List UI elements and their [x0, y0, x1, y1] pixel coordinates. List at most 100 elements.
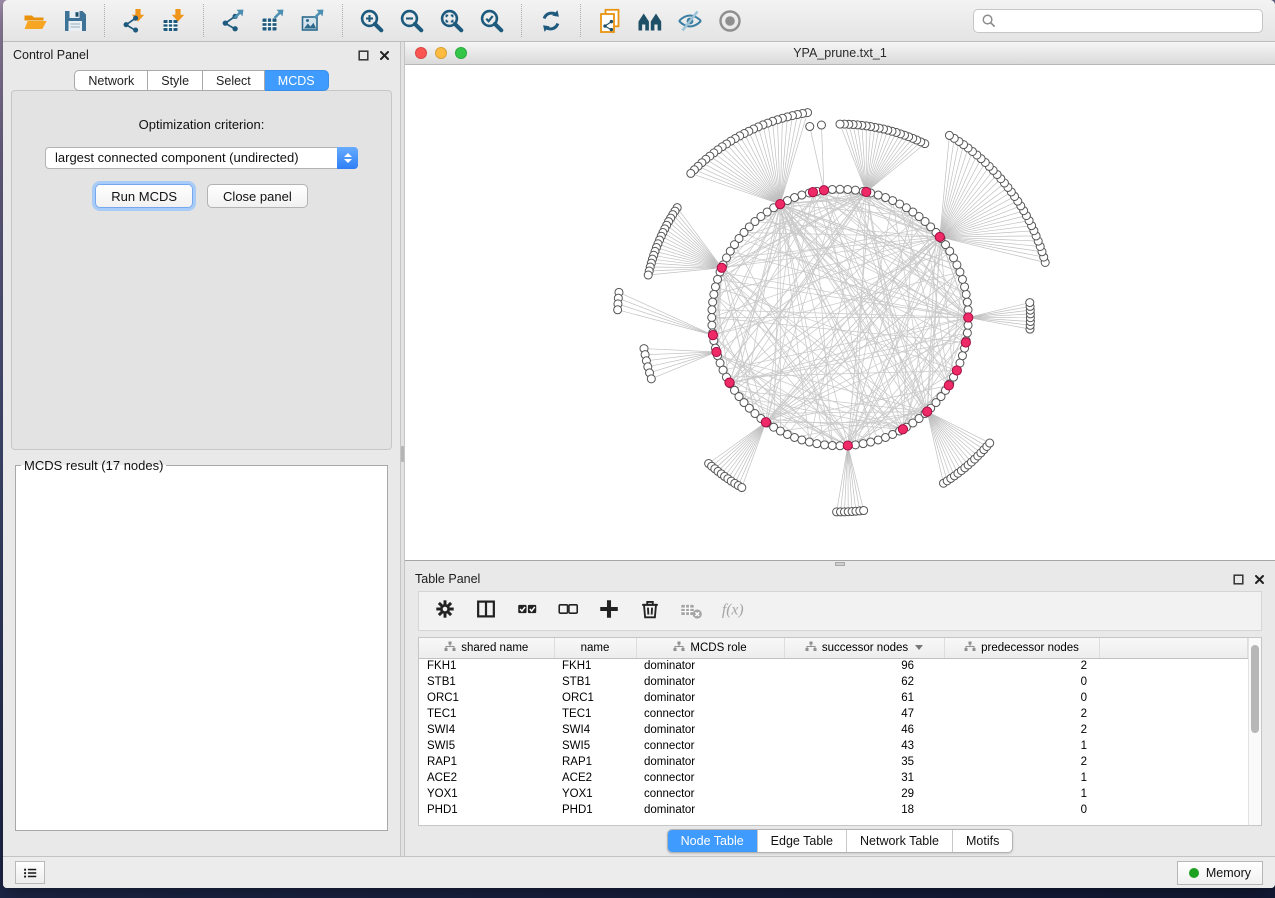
graph-hub-node[interactable] — [761, 418, 770, 427]
graph-node[interactable] — [687, 169, 695, 177]
graph-node[interactable] — [708, 306, 716, 314]
graph-node[interactable] — [836, 120, 844, 128]
table-row[interactable]: FKH1FKH1dominator962 — [419, 658, 1248, 674]
graph-node[interactable] — [708, 321, 716, 329]
window-close-icon[interactable] — [415, 47, 427, 59]
table-row[interactable]: SWI5SWI5connector431 — [419, 738, 1248, 754]
table-row[interactable]: YOX1YOX1connector291 — [419, 786, 1248, 802]
tab-node-table[interactable]: Node Table — [668, 830, 757, 852]
export-image-button[interactable] — [296, 3, 330, 39]
import-network-button[interactable] — [117, 3, 151, 39]
graph-node[interactable] — [711, 283, 719, 291]
graph-hub-node[interactable] — [944, 381, 953, 390]
graph-node[interactable] — [708, 314, 716, 322]
table-scrollbar[interactable] — [1248, 638, 1261, 825]
tab-network-table[interactable]: Network Table — [846, 830, 952, 852]
graph-node[interactable] — [805, 438, 813, 446]
graph-hub-node[interactable] — [712, 347, 721, 356]
table-row[interactable]: PHD1PHD1dominator180 — [419, 802, 1248, 818]
graph-node[interactable] — [791, 433, 799, 441]
graph-node[interactable] — [828, 442, 836, 450]
graph-hub-node[interactable] — [862, 187, 871, 196]
zoom-in-button[interactable] — [355, 3, 389, 39]
graph-node[interactable] — [867, 438, 875, 446]
graph-node[interactable] — [836, 185, 844, 193]
open-file-button[interactable] — [18, 3, 52, 39]
graph-node[interactable] — [798, 191, 806, 199]
export-network-button[interactable] — [216, 3, 250, 39]
tab-select[interactable]: Select — [203, 70, 265, 91]
table-row[interactable]: SWI4SWI4dominator462 — [419, 722, 1248, 738]
float-table-panel-icon[interactable] — [1232, 573, 1244, 585]
graph-node[interactable] — [874, 191, 882, 199]
graph-node[interactable] — [714, 275, 722, 283]
close-panel-icon[interactable] — [378, 49, 390, 61]
tab-edge-table[interactable]: Edge Table — [757, 830, 846, 852]
graph-hub-node[interactable] — [776, 199, 785, 208]
tab-network[interactable]: Network — [74, 70, 148, 91]
graph-hub-node[interactable] — [717, 263, 726, 272]
tab-mcds[interactable]: MCDS — [265, 70, 329, 91]
hide-selected-button[interactable] — [673, 3, 707, 39]
tab-motifs[interactable]: Motifs — [952, 830, 1012, 852]
export-table-button[interactable] — [256, 3, 290, 39]
table-scrollbar-thumb[interactable] — [1251, 645, 1259, 733]
graph-node[interactable] — [986, 439, 994, 447]
settings-gear-button[interactable] — [433, 597, 457, 626]
graph-hub-node[interactable] — [725, 378, 734, 387]
column-header-shared-name[interactable]: shared name — [419, 638, 554, 658]
graph-node[interactable] — [647, 375, 655, 383]
zoom-fit-button[interactable] — [435, 3, 469, 39]
column-header-predecessor-nodes[interactable]: predecessor nodes — [944, 638, 1099, 658]
splitter-grip[interactable] — [401, 446, 404, 462]
first-neighbors-button[interactable] — [633, 3, 667, 39]
graph-node[interactable] — [709, 298, 717, 306]
graph-node[interactable] — [813, 440, 821, 448]
graph-node[interactable] — [860, 506, 868, 514]
graph-hub-node[interactable] — [898, 425, 907, 434]
graph-node[interactable] — [844, 185, 852, 193]
zoom-out-button[interactable] — [395, 3, 429, 39]
graph-hub-node[interactable] — [952, 366, 961, 375]
add-row-button[interactable] — [597, 597, 621, 626]
close-panel-button[interactable]: Close panel — [207, 184, 308, 208]
graph-node[interactable] — [958, 352, 966, 360]
table-row[interactable]: ORC1ORC1dominator610 — [419, 690, 1248, 706]
graph-node[interactable] — [945, 131, 953, 139]
panel-splitter[interactable] — [400, 42, 405, 856]
graph-node[interactable] — [806, 123, 814, 131]
graph-node[interactable] — [817, 121, 825, 129]
graph-node[interactable] — [963, 329, 971, 337]
search-input[interactable] — [1001, 14, 1255, 28]
graph-node[interactable] — [798, 436, 806, 444]
graph-hub-node[interactable] — [819, 186, 828, 195]
table-row[interactable]: ACE2ACE2connector311 — [419, 770, 1248, 786]
deselect-all-button[interactable] — [556, 597, 580, 626]
import-table-button[interactable] — [157, 3, 191, 39]
window-minimize-icon[interactable] — [435, 47, 447, 59]
refresh-view-button[interactable] — [534, 3, 568, 39]
graph-node[interactable] — [874, 436, 882, 444]
graph-node[interactable] — [859, 440, 867, 448]
graph-node[interactable] — [738, 484, 746, 492]
graph-node[interactable] — [821, 441, 829, 449]
graph-node[interactable] — [958, 275, 966, 283]
graph-hub-node[interactable] — [843, 441, 852, 450]
graph-hub-node[interactable] — [923, 407, 932, 416]
table-row[interactable]: TEC1TEC1connector472 — [419, 706, 1248, 722]
select-all-button[interactable] — [515, 597, 539, 626]
window-maximize-icon[interactable] — [455, 47, 467, 59]
graph-hub-node[interactable] — [964, 313, 973, 322]
graph-hub-node[interactable] — [708, 331, 717, 340]
optimization-criterion-select[interactable]: largest connected component (undirected) — [45, 147, 358, 169]
graph-node[interactable] — [963, 298, 971, 306]
graph-node[interactable] — [614, 306, 622, 314]
tab-style[interactable]: Style — [148, 70, 203, 91]
graph-node[interactable] — [710, 290, 718, 298]
zoom-selected-button[interactable] — [475, 3, 509, 39]
graph-hub-node[interactable] — [961, 338, 970, 347]
graph-node[interactable] — [851, 186, 859, 194]
memory-button[interactable]: Memory — [1177, 861, 1263, 885]
network-canvas[interactable] — [405, 65, 1275, 560]
column-header-mcds-role[interactable]: MCDS role — [636, 638, 784, 658]
